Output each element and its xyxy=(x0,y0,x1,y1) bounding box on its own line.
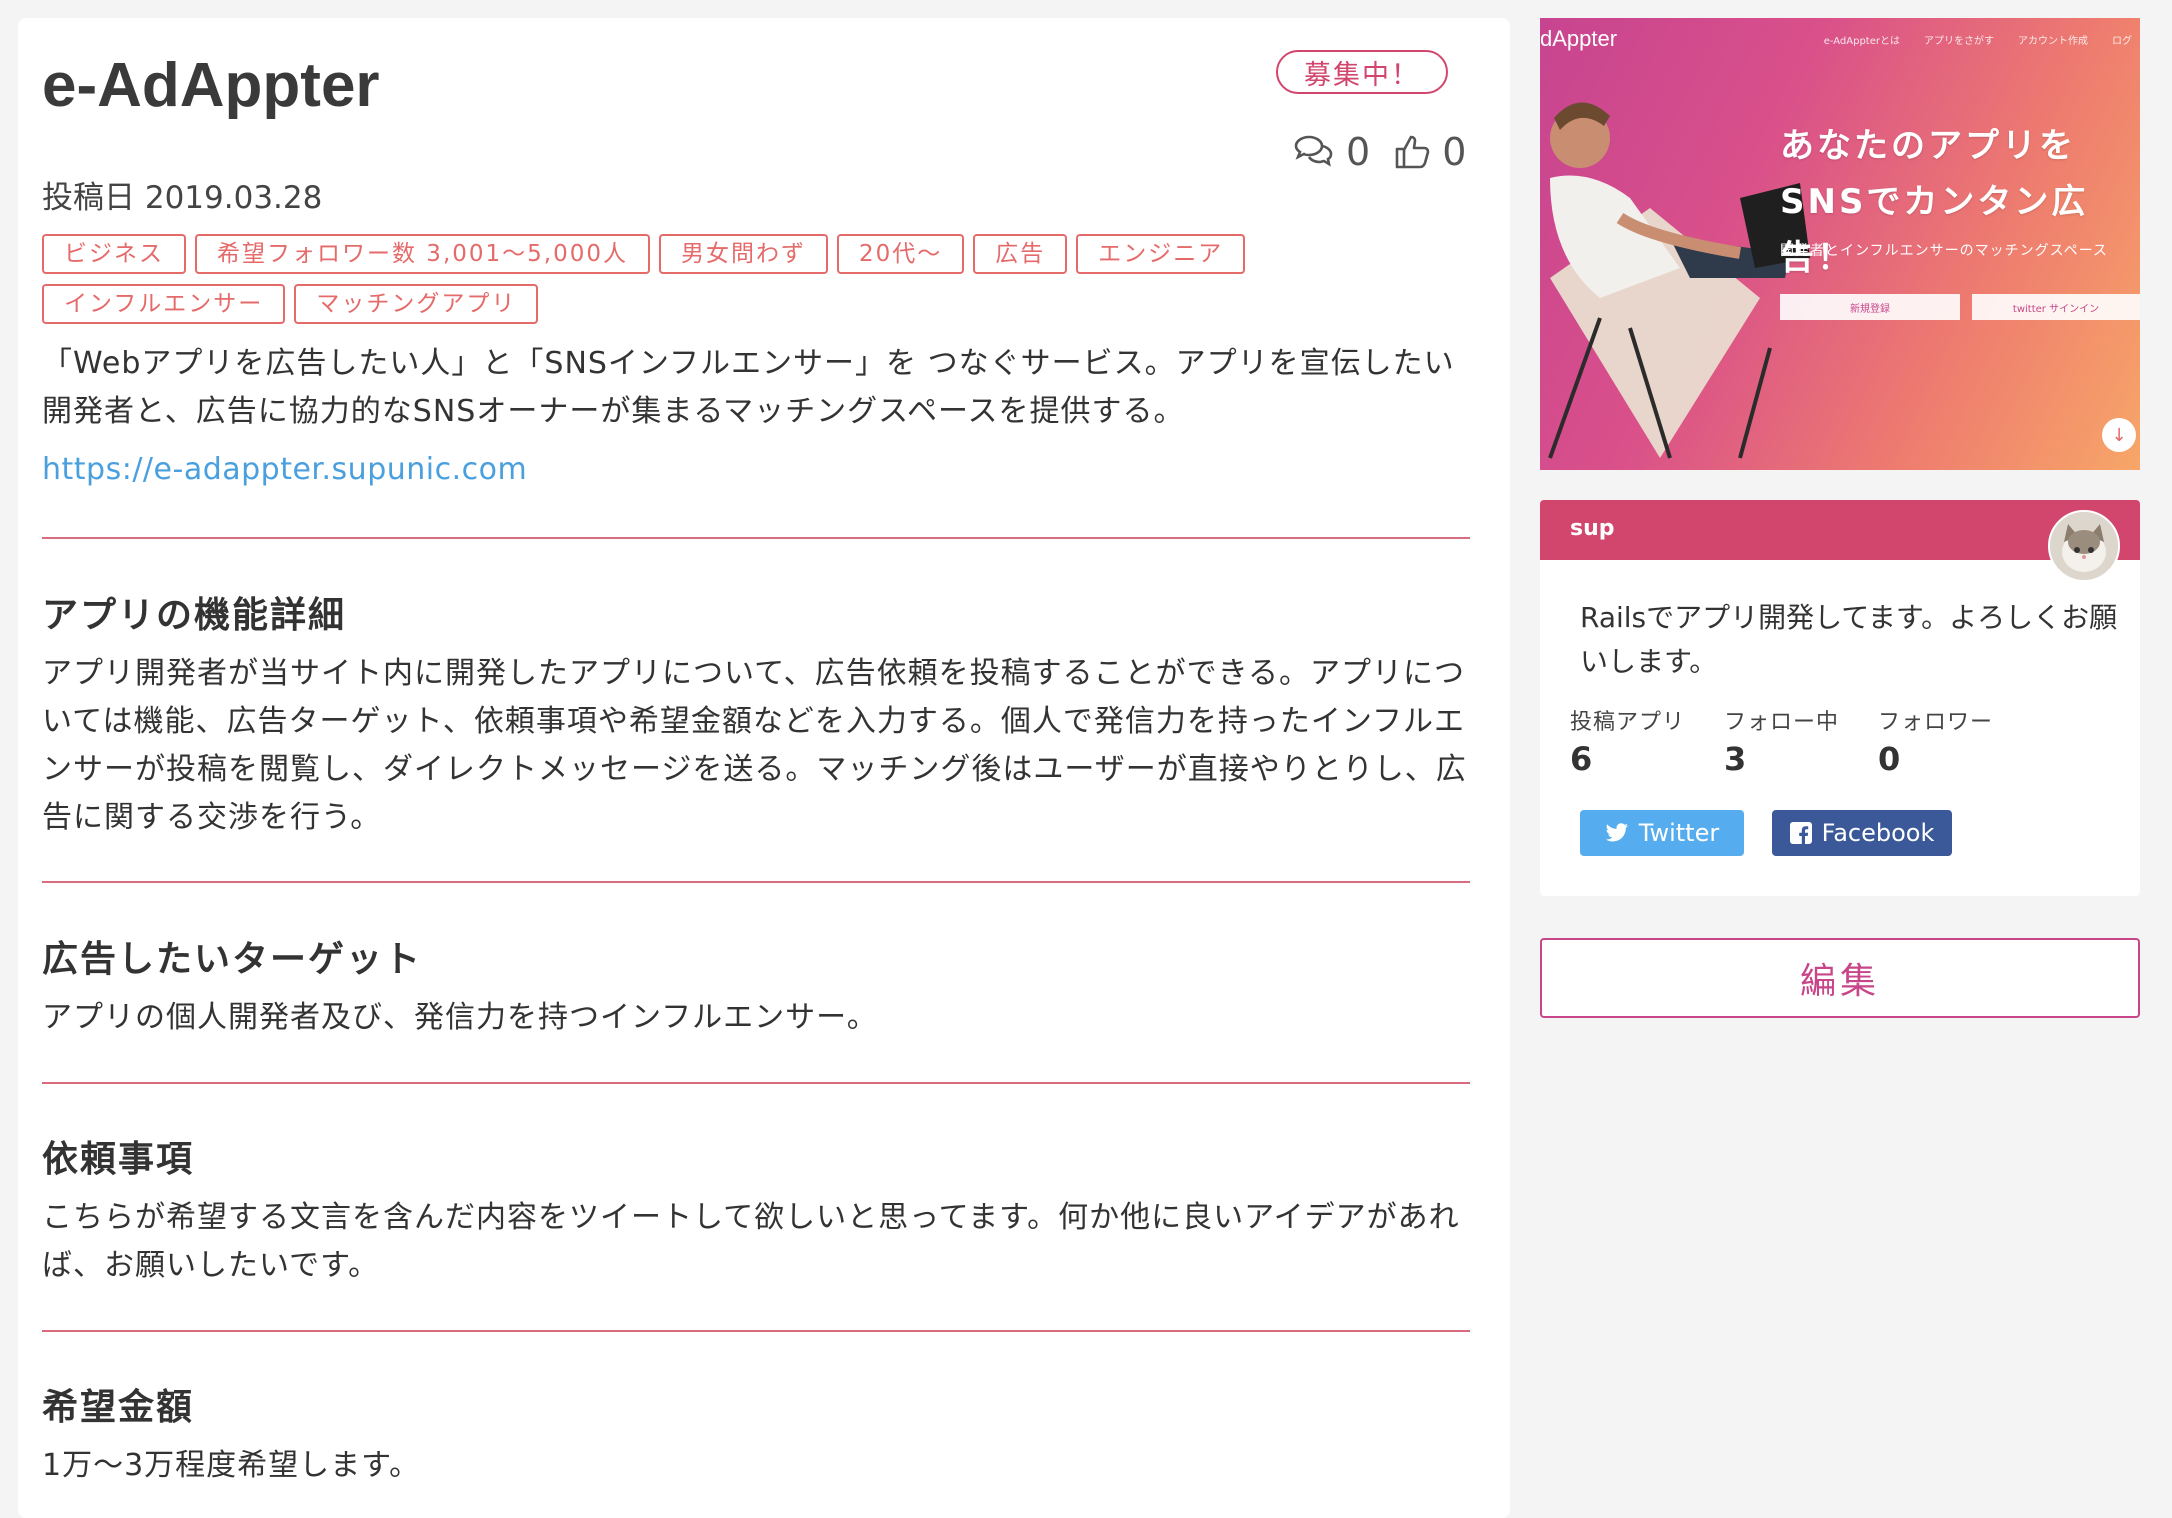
hero-nav-item: e-AdAppterとは xyxy=(1823,36,1900,47)
stat-following[interactable]: フォロー中 3 xyxy=(1724,704,1878,778)
facebook-button-label: Facebook xyxy=(1821,819,1935,847)
post-date: 投稿日 2019.03.28 xyxy=(42,180,323,216)
section-title-request: 依頼事項 xyxy=(42,1139,195,1180)
profile-stats: 投稿アプリ 6 フォロー中 3 フォロワー 0 xyxy=(1570,704,2032,778)
tag[interactable]: ビジネス xyxy=(42,234,186,274)
stat-value: 0 xyxy=(1878,740,1901,778)
hero-nav-item: アカウント作成 xyxy=(2018,36,2088,47)
divider xyxy=(42,537,1470,539)
hero-nav-item: アプリをさがす xyxy=(1924,36,1994,47)
stat-value: 3 xyxy=(1724,740,1747,778)
facebook-button[interactable]: Facebook xyxy=(1772,810,1952,856)
section-title-budget: 希望金額 xyxy=(42,1387,195,1428)
section-body-budget: 1万〜3万程度希望します。 xyxy=(42,1448,421,1483)
stat-label: フォロワー xyxy=(1878,710,1994,735)
twitter-icon xyxy=(1605,823,1628,842)
comment-count: 0 xyxy=(1346,130,1371,174)
post-counts: 0 0 xyxy=(1292,130,1480,174)
hero-headline-line: あなたのアプリを xyxy=(1780,126,2076,166)
facebook-icon xyxy=(1789,822,1812,844)
divider xyxy=(42,881,1470,883)
tag[interactable]: 広告 xyxy=(973,234,1068,274)
twitter-button-label: Twitter xyxy=(1638,819,1720,847)
hero-signup-button: 新規登録 xyxy=(1780,294,1960,320)
hero-logo: dAppter xyxy=(1540,26,1618,51)
stat-value: 6 xyxy=(1570,740,1593,778)
stat-posts[interactable]: 投稿アプリ 6 xyxy=(1570,704,1724,778)
tag[interactable]: 希望フォロワー数 3,001〜5,000人 xyxy=(195,234,650,274)
post-description: 「Webアプリを広告したい人」と「SNSインフルエンサー」を つなぐサービス。ア… xyxy=(42,346,1455,429)
app-url-link[interactable]: https://e-adappter.supunic.com xyxy=(42,452,527,487)
status-badge: 募集中！ xyxy=(1276,50,1448,94)
hero-headline-line: SNSでカンタン広告！ xyxy=(1780,182,2089,278)
avatar[interactable] xyxy=(2048,510,2120,582)
edit-button[interactable]: 編集 xyxy=(1540,938,2140,1018)
hero-nav-item: ログ xyxy=(2112,36,2132,47)
profile-card: sup Railsでアプリ開発してます。よろしくお願いします。 投稿アプリ 6 … xyxy=(1540,500,2140,896)
hero-subtitle: 開発者とインフルエンサーのマッチングスペース xyxy=(1780,243,2108,259)
tag[interactable]: 20代〜 xyxy=(837,234,965,274)
divider xyxy=(42,1082,1470,1084)
tag[interactable]: エンジニア xyxy=(1076,234,1246,274)
tag[interactable]: マッチングアプリ xyxy=(294,284,539,324)
section-body-request: こちらが希望する文言を含んだ内容をツイートして欲しいと思ってます。何か他に良いア… xyxy=(42,1200,1460,1283)
profile-bio: Railsでアプリ開発してます。よろしくお願いします。 xyxy=(1580,601,2118,678)
comment-icon[interactable] xyxy=(1292,134,1336,170)
tag[interactable]: 男女問わず xyxy=(659,234,828,274)
section-title-features: アプリの機能詳細 xyxy=(42,595,347,636)
profile-username[interactable]: sup xyxy=(1570,516,1615,541)
section-title-target: 広告したいターゲット xyxy=(42,939,423,980)
scroll-down-icon: ↓ xyxy=(2102,418,2136,452)
hero-nav: e-AdAppterとは アプリをさがす アカウント作成 ログ xyxy=(1824,32,2132,47)
divider xyxy=(42,1330,1470,1332)
stat-label: 投稿アプリ xyxy=(1570,710,1686,735)
post-title: e-AdAppter xyxy=(42,51,380,120)
stat-followers[interactable]: フォロワー 0 xyxy=(1878,704,2032,778)
app-screenshot: dAppter e-AdAppterとは アプリをさがす アカウント作成 ログ … xyxy=(1540,18,2140,470)
hero-twitter-signin-button: twitter サインイン xyxy=(1972,294,2140,320)
thumbs-up-icon[interactable] xyxy=(1394,133,1432,171)
stat-label: フォロー中 xyxy=(1724,710,1840,735)
tag-list: ビジネス 希望フォロワー数 3,001〜5,000人 男女問わず 20代〜 広告… xyxy=(42,234,1482,324)
section-body-features: アプリ開発者が当サイト内に開発したアプリについて、広告依頼を投稿することができる… xyxy=(42,656,1467,835)
twitter-button[interactable]: Twitter xyxy=(1580,810,1744,856)
hero-headline: あなたのアプリを SNSでカンタン広告！ xyxy=(1780,118,2140,286)
like-count: 0 xyxy=(1442,130,1467,174)
tag[interactable]: インフルエンサー xyxy=(42,284,286,324)
section-body-target: アプリの個人開発者及び、発信力を持つインフルエンサー。 xyxy=(42,1000,878,1035)
